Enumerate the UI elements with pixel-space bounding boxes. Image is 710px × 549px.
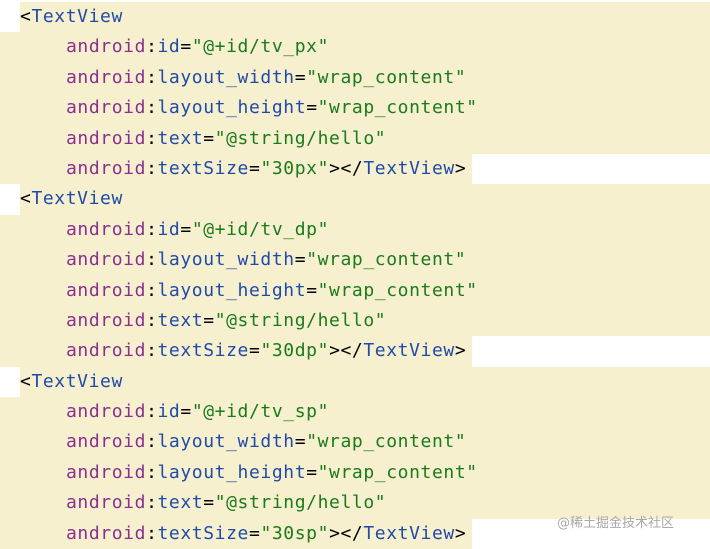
code-line: android:layout_height="wrap_content": [0, 93, 710, 124]
attr-namespace: android: [66, 66, 147, 88]
attr-namespace: android: [66, 279, 147, 301]
attr-name: id: [157, 401, 181, 423]
code-line: android:id="@+id/tv_px": [0, 32, 710, 63]
code-line: android:layout_width="wrap_content": [0, 245, 710, 276]
attr-value: "wrap_content": [306, 431, 467, 453]
attr-value: "@string/hello": [214, 127, 387, 149]
code-line: android:layout_height="wrap_content": [0, 457, 710, 489]
watermark: @稀土掘金技术社区: [557, 516, 675, 531]
open-bracket: <: [20, 6, 32, 27]
code-line: android:textSize="30dp"></TextView>: [0, 336, 710, 367]
attr-value: "wrap_content": [317, 97, 478, 119]
code-editor: <TextView android:id="@+id/tv_px" androi…: [0, 2, 710, 549]
attr-name: layout_width: [157, 66, 295, 88]
attr-name: textSize: [157, 522, 249, 544]
attr-value: "wrap_content": [317, 461, 478, 483]
attr-value: "@+id/tv_sp": [191, 401, 330, 423]
open-bracket: <: [20, 188, 32, 210]
open-bracket: <: [20, 370, 32, 392]
code-line: <TextView: [0, 366, 710, 398]
code-line: android:text="@string/hello": [0, 305, 710, 337]
attr-value: "@string/hello": [214, 492, 387, 514]
tag-name: TextView: [31, 6, 123, 27]
code-line: <TextView: [0, 2, 710, 33]
attr-value: "30px": [260, 157, 330, 179]
attr-name: textSize: [157, 340, 249, 362]
attr-namespace: android: [66, 157, 147, 179]
attr-value: "30dp": [260, 340, 330, 362]
code-line: android:layout_width="wrap_content": [0, 62, 710, 94]
close-tag-name: TextView: [363, 340, 455, 362]
attr-namespace: android: [66, 309, 147, 331]
attr-name: layout_height: [157, 461, 307, 483]
attr-name: text: [157, 492, 204, 514]
attr-name: textSize: [157, 157, 249, 179]
attr-namespace: android: [66, 461, 147, 483]
attr-namespace: android: [66, 249, 147, 271]
attr-name: layout_width: [157, 249, 295, 271]
code-line: android:layout_height="wrap_content": [0, 275, 710, 306]
attr-namespace: android: [66, 127, 147, 149]
attr-value: "wrap_content": [306, 249, 467, 271]
attr-name: text: [157, 309, 204, 331]
attr-namespace: android: [66, 218, 147, 240]
attr-value: "@+id/tv_px": [191, 36, 330, 58]
code-line: android:id="@+id/tv_sp": [0, 397, 710, 428]
attr-name: text: [157, 127, 204, 149]
tag-name: TextView: [31, 370, 123, 392]
attr-namespace: android: [66, 522, 147, 544]
tag-name: TextView: [31, 188, 123, 210]
attr-name: layout_height: [157, 97, 307, 119]
attr-value: "wrap_content": [317, 279, 478, 301]
attr-value: "30sp": [260, 522, 330, 544]
attr-namespace: android: [66, 97, 147, 119]
code-line: android:textSize="30px"></TextView>: [0, 153, 710, 185]
code-line: android:layout_width="wrap_content": [0, 427, 710, 458]
code-line: <TextView: [0, 184, 710, 215]
close-tag-name: TextView: [363, 522, 455, 544]
close-tag-name: TextView: [363, 157, 455, 179]
attr-namespace: android: [66, 401, 147, 423]
attr-namespace: android: [66, 340, 147, 362]
attr-value: "@string/hello": [214, 309, 387, 331]
code-line: android:text="@string/hello": [0, 123, 710, 154]
attr-value: "@+id/tv_dp": [191, 218, 330, 240]
attr-namespace: android: [66, 431, 147, 453]
attr-name: id: [157, 218, 181, 240]
attr-namespace: android: [66, 492, 147, 514]
attr-value: "wrap_content": [306, 66, 467, 88]
attr-name: id: [157, 36, 181, 58]
attr-namespace: android: [66, 36, 147, 58]
attr-name: layout_height: [157, 279, 307, 301]
attr-name: layout_width: [157, 431, 295, 453]
code-line: android:id="@+id/tv_dp": [0, 214, 710, 246]
